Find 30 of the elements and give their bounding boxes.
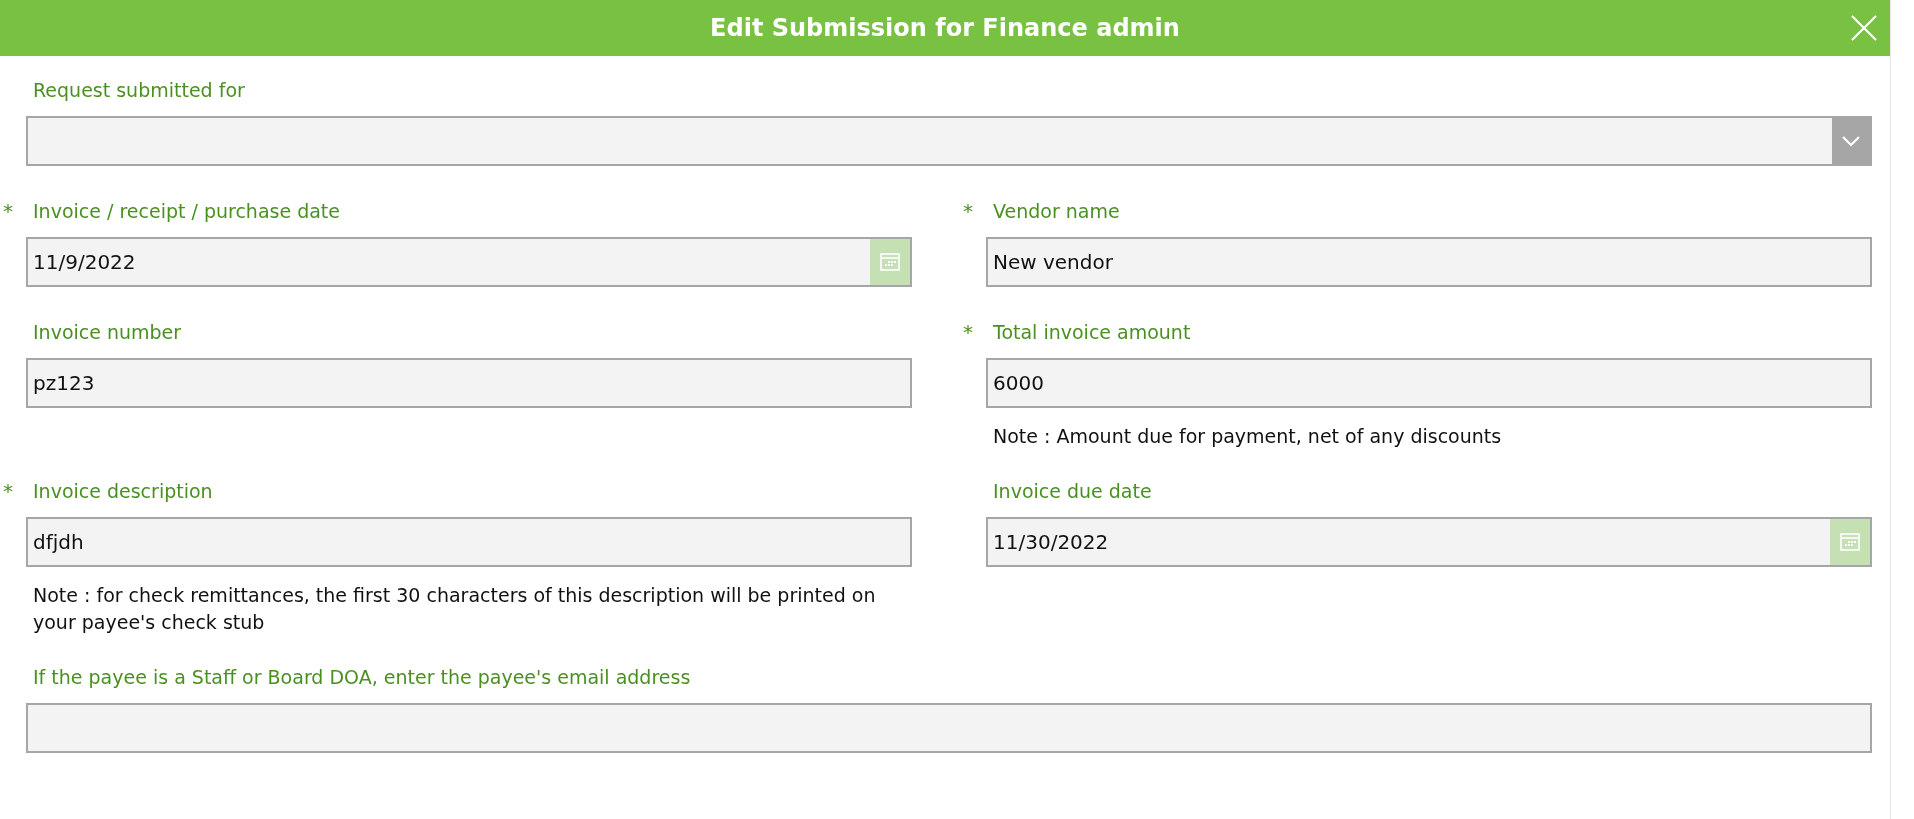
close-icon <box>1850 14 1878 42</box>
field-label: Invoice due date <box>993 480 1152 502</box>
required-asterisk: * <box>962 320 974 344</box>
field-label: If the payee is a Staff or Board DOA, enter the payee's email address <box>33 666 691 688</box>
dropdown-button[interactable] <box>1832 118 1870 164</box>
calendar-button[interactable] <box>870 239 910 285</box>
calendar-icon <box>1840 533 1860 551</box>
field-label: Invoice / receipt / purchase date <box>33 200 340 222</box>
input-field[interactable] <box>26 703 1872 753</box>
chevron-icon <box>1841 135 1861 147</box>
dropdown-field[interactable] <box>26 116 1872 166</box>
required-asterisk: * <box>2 199 14 223</box>
field-label: Invoice number <box>33 321 182 343</box>
required-asterisk: * <box>2 479 14 503</box>
dialog-title: Edit Submission for Finance admin <box>710 14 1180 42</box>
field-label: Vendor name <box>993 200 1120 222</box>
date-field[interactable]: 11/30/2022 <box>986 517 1872 567</box>
field-label: Invoice description <box>33 480 213 502</box>
field-label: Total invoice amount <box>993 321 1191 343</box>
input-field[interactable]: 6000 <box>986 358 1872 408</box>
input-field[interactable]: New vendor <box>986 237 1872 287</box>
field-label: Request submitted for <box>33 79 245 101</box>
calendar-icon <box>880 253 900 271</box>
field-note: Note : for check remittances, the first 30 characters of this description will be printed on your payee's check stub <box>33 583 877 635</box>
calendar-button[interactable] <box>1830 519 1870 565</box>
date-field[interactable]: 11/9/2022 <box>26 237 912 287</box>
input-field[interactable]: dfjdh <box>26 517 912 567</box>
required-asterisk: * <box>962 199 974 223</box>
field-note: Note : Amount due for payment, net of any discounts <box>993 424 1503 449</box>
input-field[interactable]: pz123 <box>26 358 912 408</box>
